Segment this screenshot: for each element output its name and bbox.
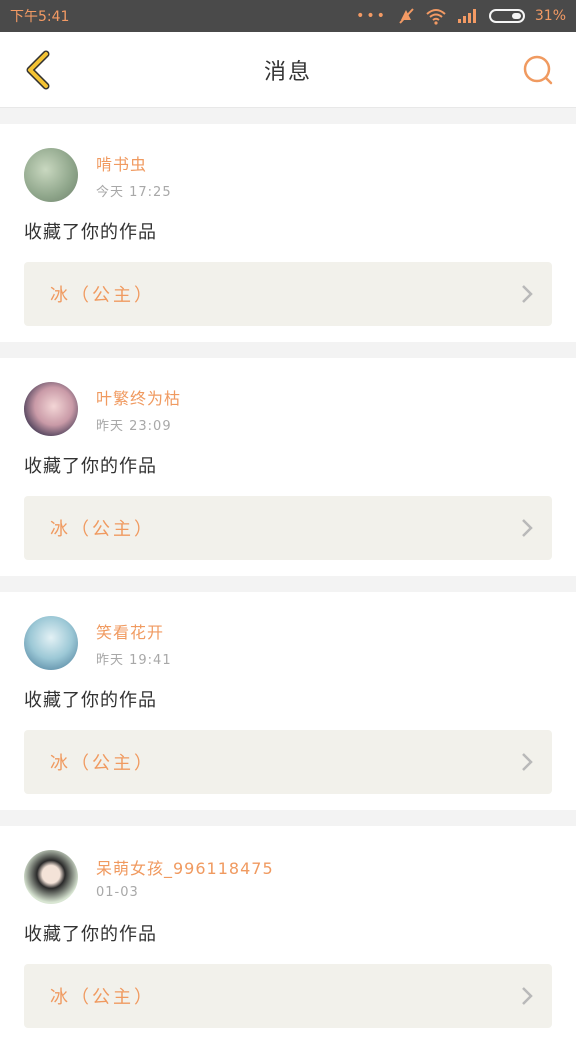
more-dots-icon: ••• xyxy=(356,8,387,24)
page-title: 消息 xyxy=(263,59,312,85)
message-sender: 啃书虫 今天 17:25 xyxy=(24,148,552,202)
work-link[interactable]: 冰（公主） xyxy=(24,262,552,326)
wifi-icon xyxy=(426,9,446,25)
work-title: 冰（公主） xyxy=(50,987,155,1008)
app-header: 消息 xyxy=(0,32,576,108)
status-icons: ••• 31% xyxy=(356,7,566,25)
chevron-right-icon xyxy=(522,753,533,771)
message-sender: 叶繁终为枯 昨天 23:09 xyxy=(24,382,552,436)
message-sender: 呆萌女孩_996118475 01-03 xyxy=(24,850,552,904)
sender-name[interactable]: 笑看花开 xyxy=(96,619,172,643)
message-card: 笑看花开 昨天 19:41 收藏了你的作品 冰（公主） xyxy=(0,592,576,810)
battery-percent: 31% xyxy=(534,8,566,24)
search-icon xyxy=(523,55,553,84)
status-time: 下午5:41 xyxy=(10,9,70,25)
work-link[interactable]: 冰（公主） xyxy=(24,964,552,1028)
chevron-right-icon xyxy=(522,987,533,1005)
avatar[interactable] xyxy=(24,382,78,436)
work-title: 冰（公主） xyxy=(50,753,155,774)
status-bar: 下午5:41 ••• 31% xyxy=(0,0,576,32)
work-title: 冰（公主） xyxy=(50,519,155,540)
search-button[interactable] xyxy=(516,48,560,92)
message-action: 收藏了你的作品 xyxy=(24,456,157,477)
message-list: 啃书虫 今天 17:25 收藏了你的作品 冰（公主） 叶繁终为枯 昨天 23:0… xyxy=(0,124,576,1044)
message-card: 啃书虫 今天 17:25 收藏了你的作品 冰（公主） xyxy=(0,124,576,342)
chevron-right-icon xyxy=(522,519,533,537)
message-action: 收藏了你的作品 xyxy=(24,690,157,711)
chevron-right-icon xyxy=(522,285,533,303)
message-sender: 笑看花开 昨天 19:41 xyxy=(24,616,552,670)
work-link[interactable]: 冰（公主） xyxy=(24,730,552,794)
sender-name[interactable]: 呆萌女孩_996118475 xyxy=(96,855,274,879)
message-time: 01-03 xyxy=(96,884,139,900)
avatar[interactable] xyxy=(24,148,78,202)
signal-icon xyxy=(457,9,476,23)
message-card: 叶繁终为枯 昨天 23:09 收藏了你的作品 冰（公主） xyxy=(0,358,576,576)
battery-icon xyxy=(488,9,525,23)
work-link[interactable]: 冰（公主） xyxy=(24,496,552,560)
sender-name[interactable]: 啃书虫 xyxy=(96,151,172,175)
avatar[interactable] xyxy=(24,616,78,670)
message-time: 昨天 23:09 xyxy=(96,418,172,434)
sender-name[interactable]: 叶繁终为枯 xyxy=(96,385,181,409)
message-action: 收藏了你的作品 xyxy=(24,222,157,243)
work-title: 冰（公主） xyxy=(50,285,155,306)
message-time: 昨天 19:41 xyxy=(96,652,172,668)
message-action: 收藏了你的作品 xyxy=(24,924,157,945)
mute-icon xyxy=(399,8,414,24)
message-card: 呆萌女孩_996118475 01-03 收藏了你的作品 冰（公主） xyxy=(0,826,576,1044)
avatar[interactable] xyxy=(24,850,78,904)
chevron-left-icon xyxy=(26,50,50,89)
back-button[interactable] xyxy=(16,48,60,92)
message-time: 今天 17:25 xyxy=(96,184,172,200)
